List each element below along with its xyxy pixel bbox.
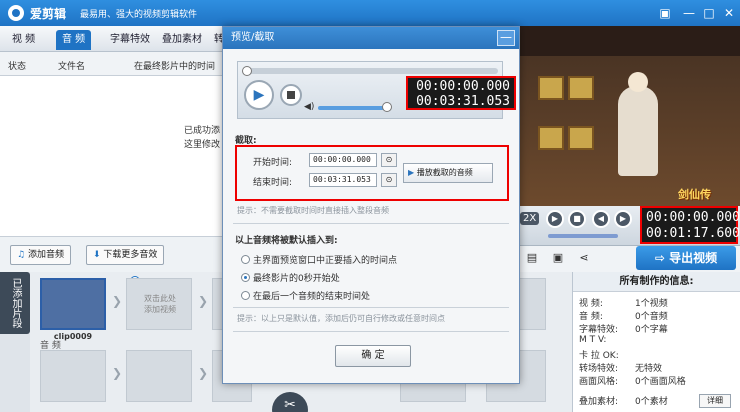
export-row: ▤ ▣ ⋖ ⇨ 导出视频	[518, 246, 740, 272]
speaker-icon: ◀)	[304, 102, 315, 112]
snapshot-icon[interactable]: ▣	[552, 252, 564, 264]
tab-overlay-materials[interactable]: 叠加素材	[156, 30, 208, 50]
export-video-button[interactable]: ⇨ 导出视频	[636, 246, 736, 270]
play-cut-audio-button[interactable]: ▶ 播放截取的音频	[403, 163, 493, 183]
main-tabs: 视 频 音 频 字幕特效 叠加素材 转	[0, 26, 230, 52]
maximize-button[interactable]: □	[700, 4, 718, 22]
app-slogan: 最易用、强大的视频剪辑软件	[80, 10, 198, 20]
audio-list-message: 已成功添 这里修改	[184, 126, 221, 150]
info-title: 所有制作的信息:	[573, 272, 740, 292]
tab-subtitle-effects[interactable]: 字幕特效	[104, 30, 156, 50]
stop-icon[interactable]: ■	[568, 210, 586, 228]
dialog-minimize-button[interactable]: —	[497, 30, 515, 46]
dialog-time-display: 00:00:00.000 00:03:31.053	[406, 76, 516, 110]
download-icon: ⬇	[93, 250, 101, 260]
prev-frame-icon[interactable]: ◀	[592, 210, 610, 228]
column-filename[interactable]: 文件名	[58, 59, 85, 72]
export-icon: ⇨	[654, 251, 665, 265]
video-preview[interactable]: 剑仙传	[518, 26, 740, 206]
app-name: 爱剪辑	[30, 7, 67, 21]
cut-settings-box: 开始时间: 00:00:00.000 ⊙ 结束时间: 00:03:31.053 …	[235, 145, 509, 201]
radio-icon[interactable]	[241, 291, 250, 300]
seek-knob[interactable]	[242, 66, 252, 76]
dialog-play-button[interactable]: ▶	[244, 80, 274, 110]
main-time-display: 00:00:00.000 00:01:17.600	[640, 206, 740, 244]
title-bar: 爱剪辑 最易用、强大的视频剪辑软件 ▣ — □ ✕	[0, 0, 740, 26]
dialog-player: ▶ ◀) 00:00:00.000 00:03:31.053	[237, 61, 516, 119]
preview-character	[618, 72, 658, 176]
volume-slider[interactable]	[548, 234, 618, 238]
ok-button[interactable]: 确 定	[335, 345, 411, 367]
detail-button[interactable]: 详细	[699, 394, 731, 408]
preview-overlay-text: 剑仙传	[678, 188, 711, 201]
play-icon: ▶	[408, 168, 415, 177]
music-note-icon: ♫	[17, 250, 26, 260]
audio-slot[interactable]	[40, 350, 106, 402]
skin-icon[interactable]: ▣	[656, 4, 674, 22]
insert-option-preview-point[interactable]: 主界面预览窗口中正要插入的时间点	[241, 253, 397, 266]
arrow-icon: ❯	[112, 366, 123, 380]
playback-speed[interactable]: 2X	[520, 212, 540, 225]
app-logo-icon	[8, 5, 24, 21]
preview-cut-dialog: 预览/截取 — ▶ ◀) 00:00:00.000 00:03:31.053 截…	[222, 26, 520, 384]
timeline-clip[interactable]	[40, 278, 106, 330]
arrow-icon: ❯	[198, 366, 209, 380]
tab-video[interactable]: 视 频	[6, 30, 41, 50]
add-audio-row: ♫ 添加音频 ⬇ 下载更多音效	[0, 236, 222, 272]
audio-list[interactable]	[0, 76, 222, 236]
save-icon[interactable]: ▤	[526, 252, 538, 264]
download-more-effects-button[interactable]: ⬇ 下载更多音效	[86, 245, 165, 265]
seek-bar[interactable]	[242, 66, 498, 76]
play-icon[interactable]: ▶	[546, 210, 564, 228]
main-player-controls: 2X ▶ ■ ◀ ▶ 00:00:00.000 00:01:17.600	[518, 206, 740, 246]
column-time[interactable]: 在最终影片中的时间	[134, 59, 215, 72]
cut-hint: 提示：不需要截取时间时直接插入整段音频	[237, 206, 389, 215]
volume-knob[interactable]	[382, 102, 392, 112]
audio-list-header: 状态 文件名 在最终影片中的时间	[0, 52, 222, 76]
start-locate-icon[interactable]: ⊙	[381, 153, 397, 167]
insert-option-after-last[interactable]: 在最后一个音频的结束时间处	[241, 289, 370, 302]
insert-option-start[interactable]: 最终影片的0秒开始处	[241, 271, 340, 284]
radio-selected-icon[interactable]	[241, 273, 250, 282]
add-audio-button[interactable]: ♫ 添加音频	[10, 245, 71, 265]
options-hint: 提示：以上只是默认值，添加后仍可自行修改或任意时间点	[237, 314, 445, 323]
end-time-label: 结束时间:	[253, 178, 293, 188]
next-frame-icon[interactable]: ▶	[614, 210, 632, 228]
production-info-panel: 所有制作的信息: 视 频: 1个视频 音 频: 0个音频 字幕特效: 0个字幕 …	[572, 272, 740, 412]
arrow-icon: ❯	[198, 294, 209, 308]
dialog-stop-button[interactable]	[280, 84, 302, 106]
empty-clip-slot[interactable]: 双击此处 添加视频	[126, 278, 192, 330]
radio-icon[interactable]	[241, 255, 250, 264]
start-time-input[interactable]: 00:00:00.000	[309, 153, 377, 167]
share-icon[interactable]: ⋖	[578, 252, 590, 264]
start-time-label: 开始时间:	[253, 158, 293, 168]
end-time-input[interactable]: 00:03:31.053	[309, 173, 377, 187]
column-status[interactable]: 状态	[8, 59, 26, 72]
added-clips-tab[interactable]: 已添加片段	[0, 272, 30, 334]
insert-position-label: 以上音频将被默认插入到:	[235, 236, 338, 246]
minimize-button[interactable]: —	[680, 4, 698, 22]
dialog-volume-slider[interactable]	[318, 106, 384, 110]
audio-slot[interactable]	[126, 350, 192, 402]
dialog-title: 预览/截取	[223, 27, 519, 49]
tab-audio[interactable]: 音 频	[56, 30, 92, 50]
arrow-icon: ❯	[112, 294, 123, 308]
close-button[interactable]: ✕	[720, 4, 738, 22]
end-locate-icon[interactable]: ⊙	[381, 173, 397, 187]
